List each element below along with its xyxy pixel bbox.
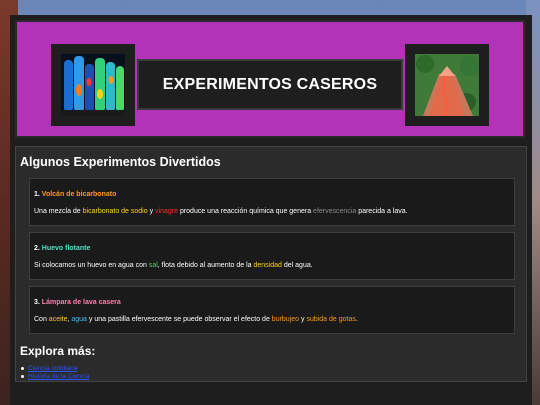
experiment-card: 1. Volcán de bicarbonato Una mezcla de b… — [29, 178, 515, 226]
experiment-name: Lámpara de lava casera — [41, 299, 121, 306]
list-item: Historia de la Ciencia — [20, 373, 89, 381]
experiment-name: Huevo flotante — [41, 245, 91, 252]
highlight-subida-de-gotas: subida de gotas — [306, 316, 356, 323]
highlight-agua: agua — [71, 316, 87, 323]
description-text: , flota debido al aumento de la — [157, 262, 254, 269]
experiment-description: Con aceite, agua y una pastilla efervesc… — [34, 316, 358, 323]
explore-links: Ciencia cotidiana Historia de la Ciencia — [20, 365, 89, 380]
description-text: y una pastilla efervescente se puede obs… — [86, 316, 272, 323]
description-text: . — [355, 316, 358, 323]
header-banner: EXPERIMENTOS CASEROS — [15, 20, 525, 138]
experiment-card: 2. Huevo flotante Si colocamos un huevo … — [29, 232, 515, 280]
lava-lamps-image — [61, 54, 125, 116]
highlight-vinagre: vinagre — [155, 208, 178, 215]
experiment-description: Una mezcla de bicarbonato de sodio y vin… — [34, 208, 408, 215]
highlight-densidad: densidad — [253, 262, 282, 269]
highlight-aceite: aceite — [48, 316, 68, 323]
description-text: del agua. — [281, 262, 313, 269]
highlight-sal: sal — [148, 262, 158, 269]
section-title: Algunos Experimentos Divertidos — [20, 155, 221, 169]
volcano-image — [415, 54, 479, 116]
highlight-burbujeo: burbujeo — [271, 316, 300, 323]
experiment-title: 1. Volcán de bicarbonato — [34, 191, 116, 198]
link-ciencia-cotidiana[interactable]: Ciencia cotidiana — [28, 365, 78, 372]
description-text: y — [147, 208, 156, 215]
description-text: Con — [34, 316, 49, 323]
experiment-description: Si colocamos un huevo en agua con sal, f… — [34, 262, 313, 269]
main-content: Algunos Experimentos Divertidos 1. Volcá… — [15, 146, 527, 382]
description-text: Si colocamos un huevo en agua con — [34, 262, 149, 269]
experiment-card: 3. Lámpara de lava casera Con aceite, ag… — [29, 286, 515, 334]
experiment-number: 2. — [34, 245, 40, 252]
description-text: Una mezcla de — [34, 208, 83, 215]
link-historia-de-la-ciencia[interactable]: Historia de la Ciencia — [28, 373, 89, 380]
page-title-box: EXPERIMENTOS CASEROS — [137, 59, 403, 110]
list-item: Ciencia cotidiana — [20, 365, 89, 373]
experiment-number: 3. — [34, 299, 40, 306]
page-container: EXPERIMENTOS CASEROS Algunos Experimento… — [10, 15, 532, 405]
experiment-name: Volcán de bicarbonato — [41, 191, 117, 198]
explore-title: Explora más: — [20, 344, 96, 358]
experiment-title: 3. Lámpara de lava casera — [34, 299, 121, 306]
experiment-title: 2. Huevo flotante — [34, 245, 90, 252]
highlight-efervescencia: efervescencia — [313, 208, 357, 215]
highlight-bicarbonato: bicarbonato de sodio — [82, 208, 148, 215]
description-text: produce una reacción química que genera — [178, 208, 314, 215]
description-text: parecida a lava. — [356, 208, 408, 215]
volcano-image-frame — [405, 44, 489, 126]
lava-lamps-image-frame — [51, 44, 135, 126]
experiment-number: 1. — [34, 191, 40, 198]
page-title: EXPERIMENTOS CASEROS — [162, 75, 378, 93]
